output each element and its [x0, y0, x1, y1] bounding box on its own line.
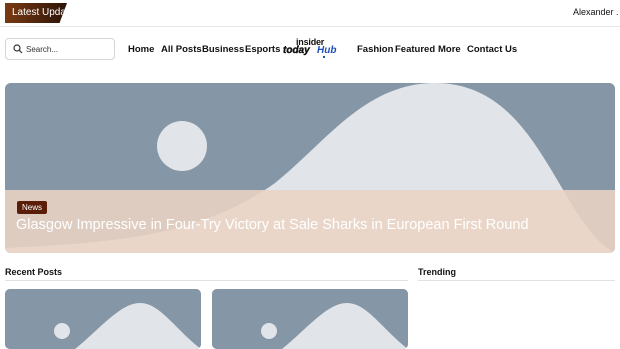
post-card[interactable] — [212, 289, 408, 349]
hero-title[interactable]: Glasgow Impressive in Four-Try Victory a… — [16, 217, 606, 233]
logo-today: today — [283, 45, 310, 56]
recent-posts-divider — [5, 280, 408, 281]
nav-more[interactable]: More — [438, 44, 461, 55]
nav-contact-us[interactable]: Contact Us — [467, 44, 517, 55]
recent-posts-heading: Recent Posts — [5, 267, 63, 277]
nav-all-posts[interactable]: All Posts — [161, 44, 202, 55]
news-ticker-text[interactable]: Alexander . — [573, 7, 619, 17]
hero-featured-post[interactable]: News Glasgow Impressive in Four-Try Vict… — [5, 83, 615, 253]
nav-business[interactable]: Business — [202, 44, 244, 55]
nav-home[interactable]: Home — [128, 44, 154, 55]
post-card-image-placeholder — [5, 289, 201, 349]
post-card-image-placeholder — [212, 289, 408, 349]
search-box[interactable] — [5, 38, 115, 60]
trending-heading: Trending — [418, 267, 456, 277]
logo-hub: Hub — [317, 45, 337, 56]
post-card[interactable] — [5, 289, 201, 349]
latest-update-label: Latest Update — [12, 7, 75, 18]
latest-update-badge[interactable]: Latest Update — [5, 3, 67, 23]
nav-featured[interactable]: Featured — [395, 44, 435, 55]
trending-divider — [418, 280, 615, 281]
search-icon — [13, 44, 23, 54]
top-bar: Latest Update Alexander . — [0, 0, 620, 27]
search-input[interactable] — [26, 42, 110, 56]
nav-fashion[interactable]: Fashion — [357, 44, 393, 55]
category-tag[interactable]: News — [17, 201, 48, 214]
site-logo[interactable]: insider today Hub — [283, 37, 341, 60]
logo-dot — [323, 56, 325, 58]
nav-esports[interactable]: Esports — [245, 44, 280, 55]
